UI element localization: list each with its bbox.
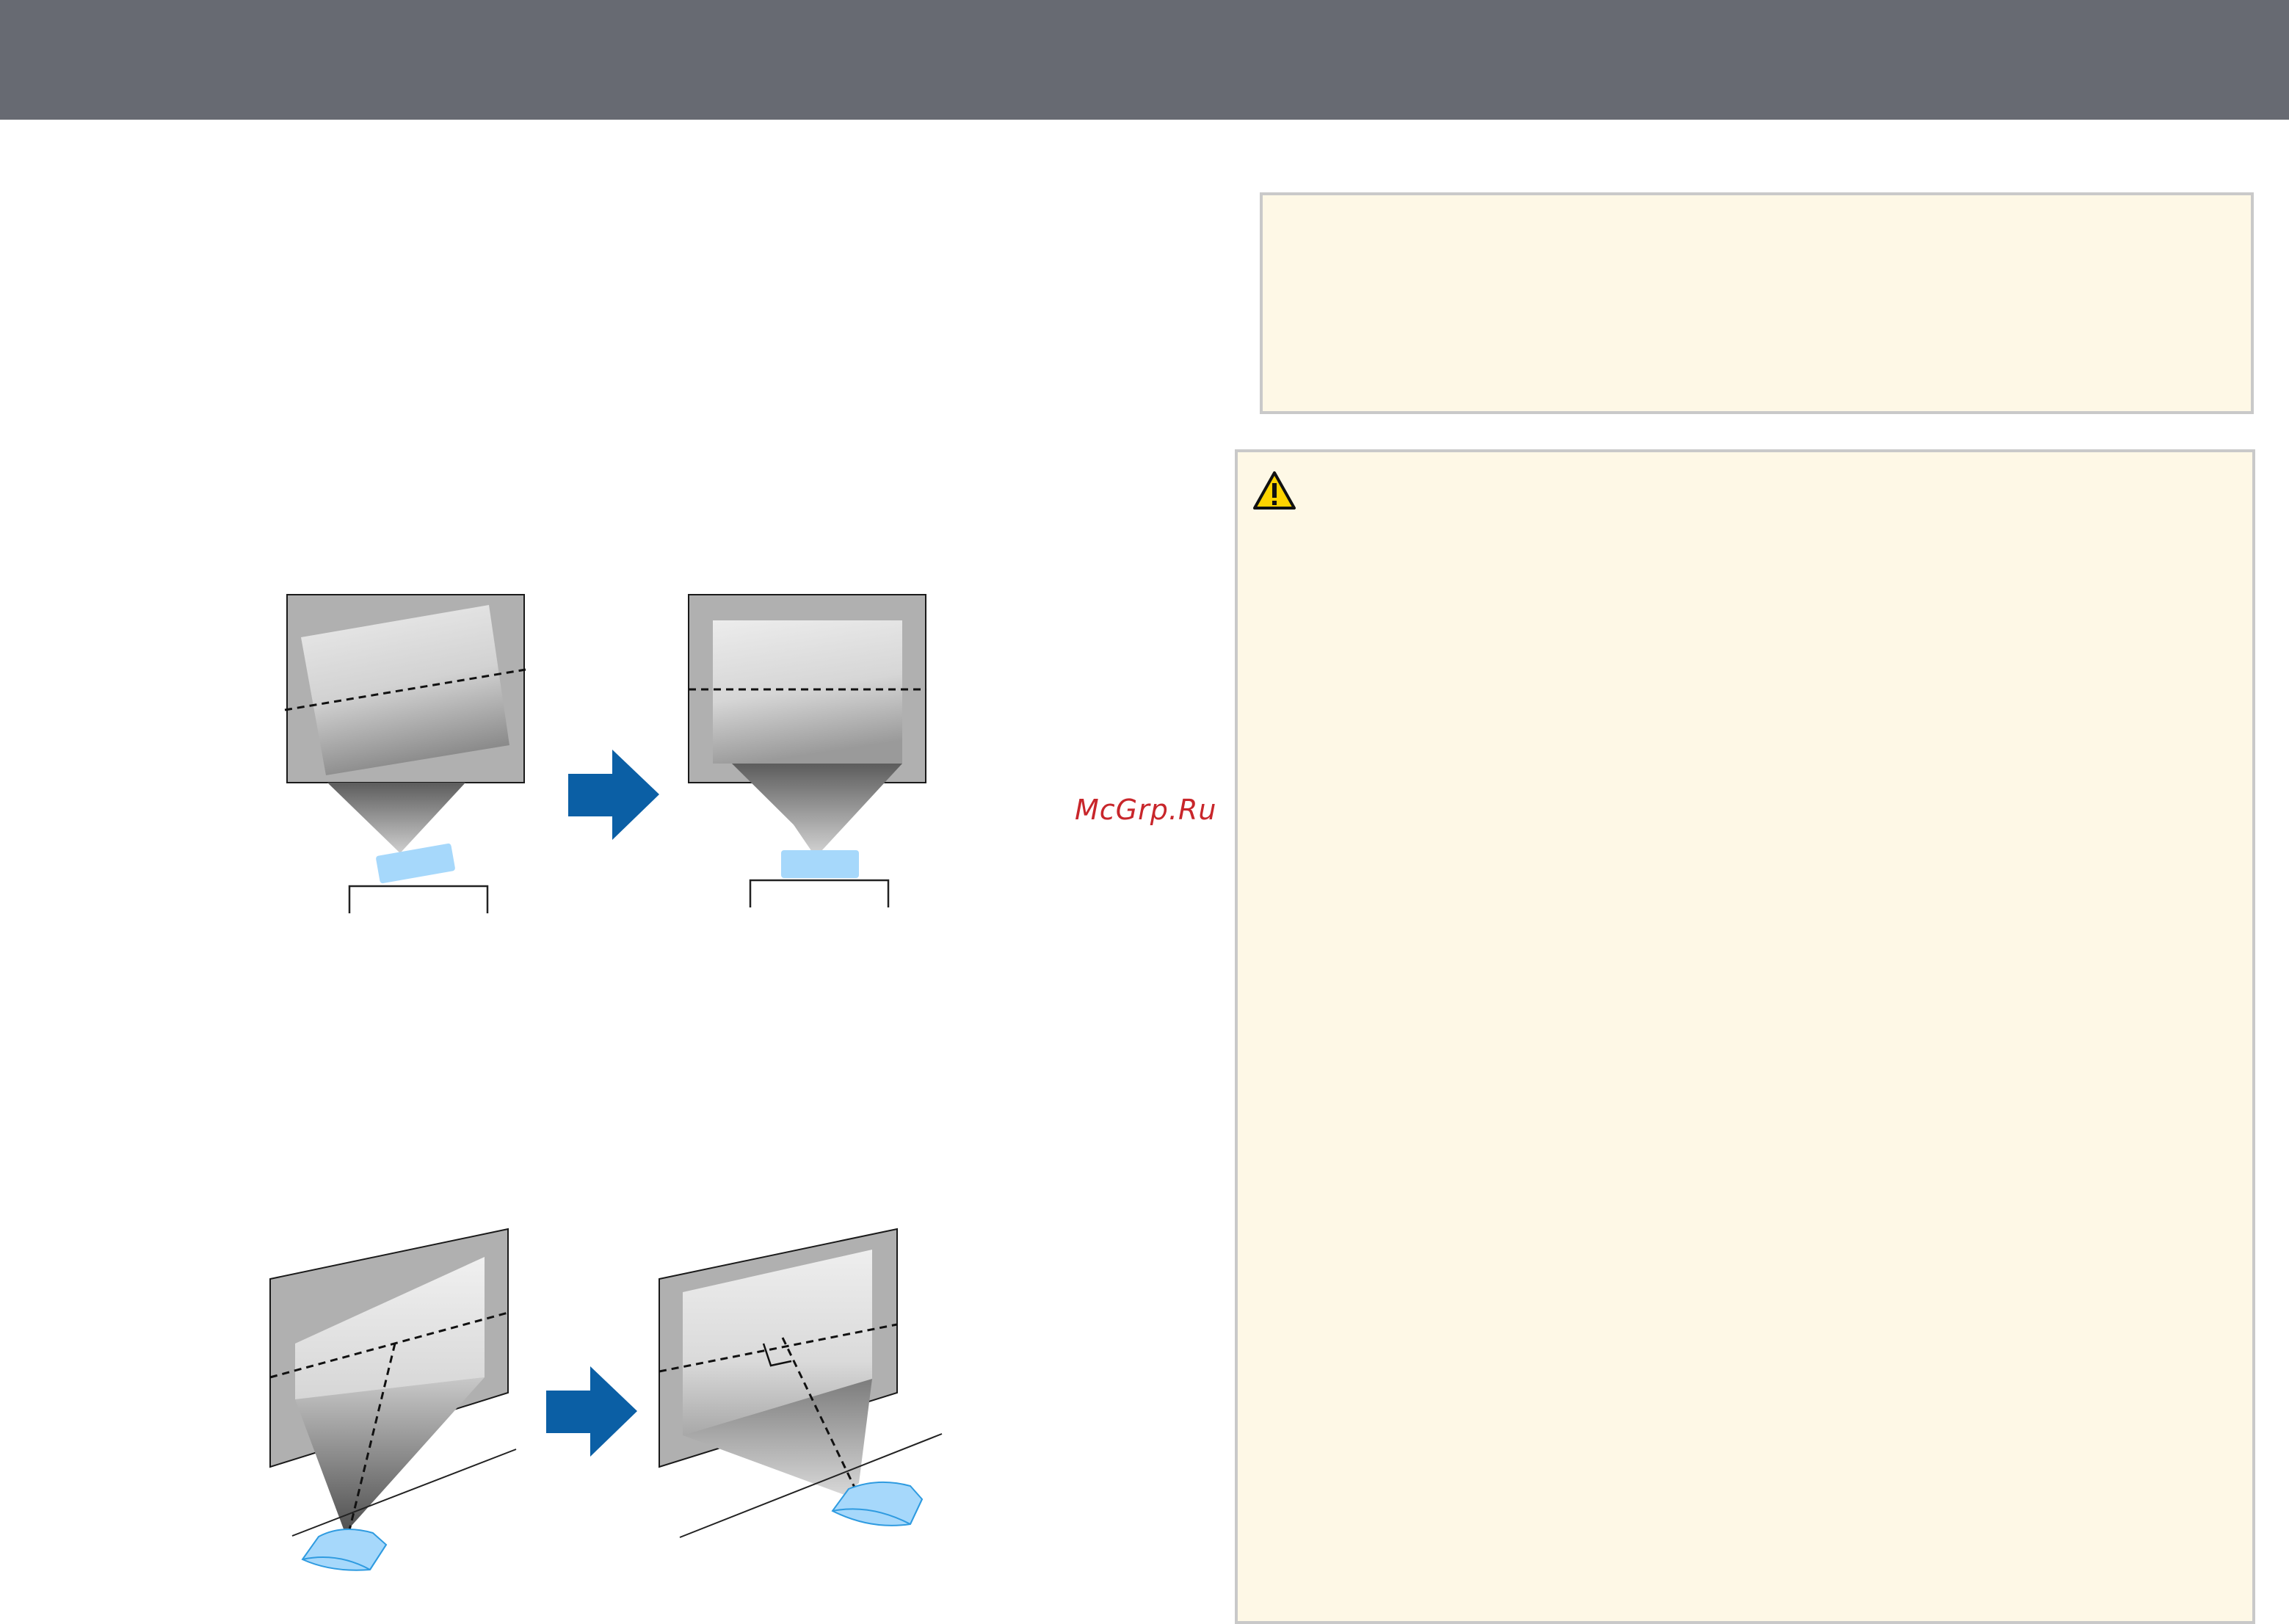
note-box — [1260, 192, 2254, 414]
projected-image — [713, 620, 902, 764]
projection-beam — [327, 783, 465, 853]
watermark: McGrp.Ru — [1075, 794, 1217, 826]
projection-beam-lower — [732, 764, 902, 852]
tilted-projector-front-illustration — [284, 594, 526, 913]
caution-box — [1235, 449, 2255, 1624]
projector-icon — [376, 843, 455, 884]
right-arrow-icon — [568, 750, 659, 840]
header-bar — [0, 0, 2289, 120]
table — [348, 885, 489, 913]
table — [749, 879, 890, 907]
warning-triangle-icon — [1253, 471, 1296, 510]
level-projector-front-illustration — [688, 594, 926, 907]
projector-icon — [781, 850, 859, 878]
projector-icon — [301, 1529, 388, 1571]
right-arrow-icon — [546, 1366, 637, 1457]
projection-beam — [295, 1377, 485, 1533]
angled-projector-illustration — [269, 1228, 517, 1571]
perpendicular-projector-illustration — [659, 1228, 943, 1538]
